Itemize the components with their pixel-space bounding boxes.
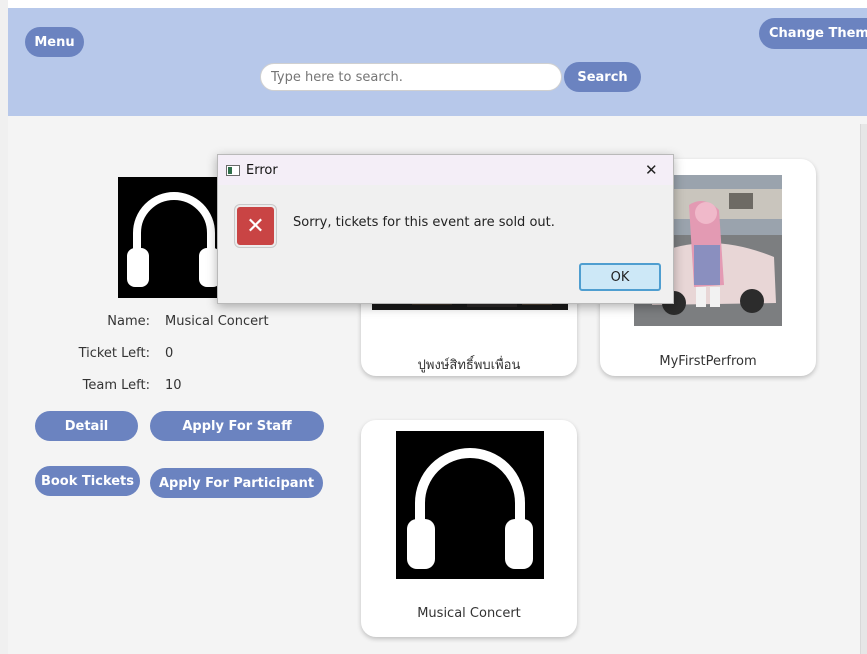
event-card-image	[396, 431, 544, 579]
dialog-title-bar[interactable]: Error ✕	[218, 155, 673, 185]
window-app-icon	[226, 165, 240, 176]
close-icon[interactable]: ✕	[645, 161, 658, 179]
ticket-left-label: Ticket Left:	[78, 346, 150, 361]
search-input[interactable]	[260, 63, 562, 91]
name-value: Musical Concert	[165, 314, 269, 329]
vertical-scrollbar[interactable]	[860, 124, 867, 654]
dialog-title: Error	[246, 163, 278, 178]
event-card[interactable]: Musical Concert	[361, 420, 577, 637]
event-image	[118, 177, 230, 298]
team-left-value: 10	[165, 378, 182, 393]
headphones-icon	[407, 448, 533, 569]
book-tickets-button[interactable]: Book Tickets	[35, 466, 140, 496]
event-card-title: ปูพงษ์สิทธิ์พบเพื่อน	[417, 358, 521, 373]
team-left-label: Team Left:	[82, 378, 150, 393]
dialog-body: ✕ Sorry, tickets for this event are sold…	[218, 185, 673, 303]
window-top-edge	[0, 0, 867, 8]
dialog-message: Sorry, tickets for this event are sold o…	[293, 215, 555, 230]
app-window: Menu Change Theme Search Name: Musical C…	[8, 8, 867, 654]
ticket-left-value: 0	[165, 346, 174, 361]
apply-for-participant-button[interactable]: Apply For Participant	[150, 468, 323, 498]
detail-button[interactable]: Detail	[35, 411, 138, 441]
event-card-title: Musical Concert	[417, 606, 521, 621]
window-left-edge	[0, 0, 8, 654]
menu-button[interactable]: Menu	[25, 27, 84, 57]
change-theme-button[interactable]: Change Theme	[759, 18, 867, 49]
search-button[interactable]: Search	[564, 62, 641, 92]
error-icon: ✕	[235, 205, 276, 247]
error-dialog: Error ✕ ✕ Sorry, tickets for this event …	[217, 154, 674, 304]
header-bar: Menu Change Theme Search	[8, 8, 867, 116]
apply-for-staff-button[interactable]: Apply For Staff	[150, 411, 324, 441]
name-label: Name:	[107, 314, 150, 329]
event-card-title: MyFirstPerfrom	[659, 354, 757, 369]
ok-button[interactable]: OK	[579, 263, 661, 291]
headphones-icon	[127, 192, 221, 287]
